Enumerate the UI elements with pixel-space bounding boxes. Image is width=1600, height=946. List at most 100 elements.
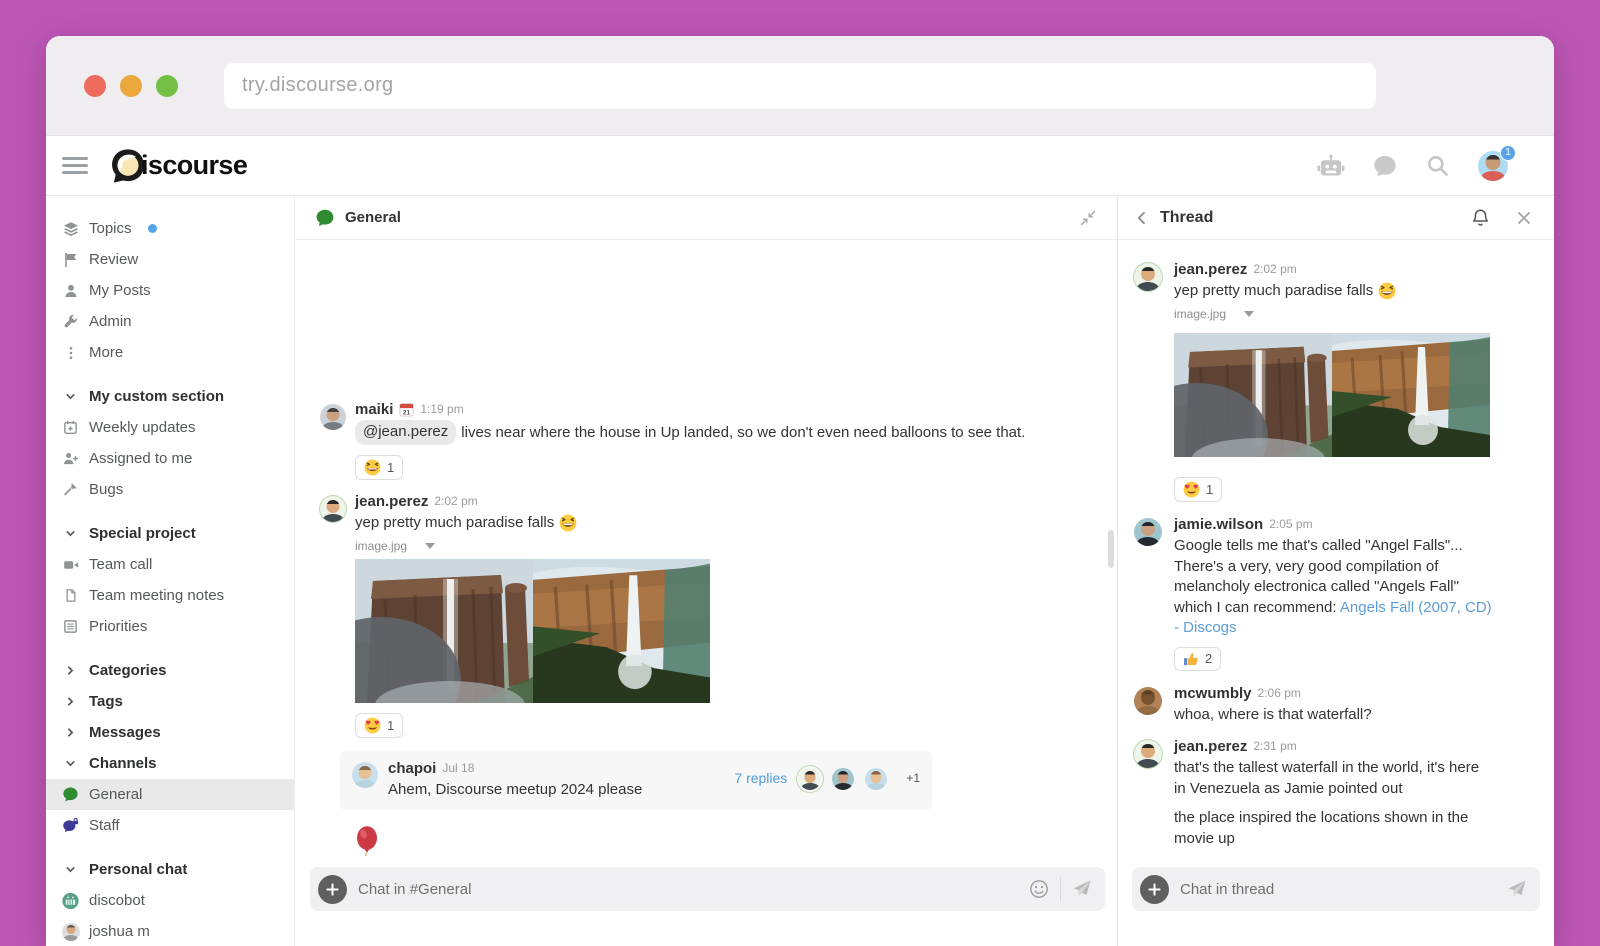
scrollbar-thumb[interactable] [1108,530,1114,568]
reaction-laughing[interactable]: 1 [355,455,403,480]
plus-icon [326,883,339,896]
thread-message-jean-perez: jean.perez 2:02 pm yep pretty much parad… [1118,261,1554,503]
reaction-heart-eyes[interactable]: 1 [1174,477,1222,502]
sidebar-item-label: Team meeting notes [89,587,224,604]
sidebar-item-channel-general[interactable]: General [46,779,294,810]
sidebar-item-weekly-updates[interactable]: Weekly updates [46,412,294,443]
sidebar-section-my-custom-section[interactable]: My custom section [46,381,294,412]
sidebar-item-priorities[interactable]: Priorities [46,611,294,642]
message-text: that's the tallest waterfall in the worl… [1174,758,1494,849]
attachment-filename: image.jpg [355,539,407,553]
bell-icon[interactable] [1471,208,1490,228]
sidebar-item-label: Staff [89,817,120,834]
avatar-chapoi[interactable] [352,762,378,788]
message-username[interactable]: chapoi [388,760,436,777]
chevron-down-icon [62,390,79,403]
attach-button[interactable] [318,875,347,904]
message-username[interactable]: jamie.wilson [1174,516,1263,533]
sidebar-item-assigned-to-me[interactable]: Assigned to me [46,443,294,474]
message-timestamp: 2:05 pm [1269,516,1312,533]
message-date: Jul 18 [442,760,474,777]
message-text: Google tells me that's called "Angel Fal… [1174,536,1494,639]
layers-icon [62,221,79,237]
user-plus-icon [62,451,79,466]
chat-message-list: maiki 21 1:19 pm @jean.perez lives near … [295,241,1117,856]
collapse-attachment-caret[interactable] [1244,311,1254,317]
chat-bubble-lock-icon [62,817,79,834]
message-username[interactable]: jean.perez [1174,261,1247,278]
reaction-thumbs-up[interactable]: 2 [1174,647,1221,671]
search-icon[interactable] [1425,153,1451,179]
avatar-mcwumbly[interactable] [1134,687,1162,715]
sidebar-item-my-posts[interactable]: My Posts [46,275,294,306]
sidebar-item-label: Assigned to me [89,450,192,467]
send-button[interactable] [1507,879,1527,899]
sidebar-item-review[interactable]: Review [46,244,294,275]
sidebar-item-team-call[interactable]: Team call [46,549,294,580]
sidebar-item-admin[interactable]: Admin [46,306,294,337]
chat-input[interactable] [358,881,1018,898]
thread-input[interactable] [1180,881,1496,898]
close-window-button[interactable] [84,75,106,97]
waterfall-image-up-movie[interactable] [355,559,533,703]
sidebar-section-messages[interactable]: Messages [46,717,294,748]
message-username[interactable]: maiki [355,401,393,418]
emoji-picker-button[interactable] [1029,879,1049,899]
avatar-jean-perez[interactable] [1134,263,1162,291]
laughing-emoji [559,514,577,532]
unread-dot [148,224,157,233]
address-bar[interactable]: try.discourse.org [224,63,1376,109]
sidebar-item-discobot[interactable]: discobot [46,885,294,916]
avatar-jean-perez[interactable] [1134,740,1162,768]
chevron-left-icon[interactable] [1134,210,1150,226]
message-timestamp: 1:19 pm [420,401,463,418]
avatar-jamie-wilson[interactable] [1134,518,1162,546]
sidebar-item-bugs[interactable]: Bugs [46,474,294,505]
browser-window: try.discourse.org iscourse 1 [46,36,1554,946]
waterfall-image-angel-falls[interactable] [533,559,710,703]
sidebar-item-more[interactable]: More [46,337,294,368]
replies-link[interactable]: 7 replies [734,770,787,786]
sidebar-section-special-project[interactable]: Special project [46,518,294,549]
waterfall-image-angel-falls[interactable] [1332,333,1490,457]
avatar-jean-perez[interactable] [320,496,346,522]
sidebar-section-channels[interactable]: Channels [46,748,294,779]
avatar-maiki[interactable] [320,404,346,430]
waterfall-image-up-movie[interactable] [1174,333,1332,457]
message-username[interactable]: mcwumbly [1174,685,1252,702]
heart-eyes-emoji [1183,481,1200,498]
send-button[interactable] [1072,879,1092,899]
user-menu-button[interactable]: 1 [1478,151,1508,181]
minimize-window-button[interactable] [120,75,142,97]
sidebar-item-topics[interactable]: Topics [46,213,294,244]
sidebar-item-joshua-m[interactable]: joshua m [46,916,294,946]
app-body: Topics Review My Posts Admin More [46,196,1554,946]
thread-header: Thread [1118,196,1554,240]
chat-message-balloon [355,826,1117,856]
sidebar-section-categories[interactable]: Categories [46,655,294,686]
robot-icon[interactable] [1317,154,1345,178]
collapse-attachment-caret[interactable] [425,543,435,549]
chat-bubble-icon[interactable] [1372,153,1398,179]
close-icon[interactable] [1516,210,1532,226]
sidebar-section-tags[interactable]: Tags [46,686,294,717]
attach-button[interactable] [1140,875,1169,904]
sidebar-section-personal-chat[interactable]: Personal chat [46,854,294,885]
thread-preview[interactable]: chapoi Jul 18 Ahem, Discourse meetup 202… [340,751,932,810]
message-username[interactable]: jean.perez [355,493,428,510]
sidebar-item-label: discobot [89,892,145,909]
reaction-heart-eyes[interactable]: 1 [355,713,403,738]
user-mention[interactable]: @jean.perez [355,420,456,445]
desktop-background: { "colors": { "page_background": "#bc57b… [0,0,1600,946]
thread-message-jamie-wilson: jamie.wilson 2:05 pm Google tells me tha… [1118,516,1554,672]
video-icon [62,557,79,573]
sidebar-item-label: Team call [89,556,152,573]
collapse-icon[interactable] [1079,209,1097,227]
message-username[interactable]: jean.perez [1174,738,1247,755]
sidebar-item-channel-staff[interactable]: Staff [46,810,294,841]
sidebar-item-team-meeting-notes[interactable]: Team meeting notes [46,580,294,611]
discourse-logo[interactable]: iscourse [110,148,247,184]
zoom-window-button[interactable] [156,75,178,97]
attachment-row: image.jpg [355,539,710,553]
hamburger-menu-icon[interactable] [62,157,88,174]
